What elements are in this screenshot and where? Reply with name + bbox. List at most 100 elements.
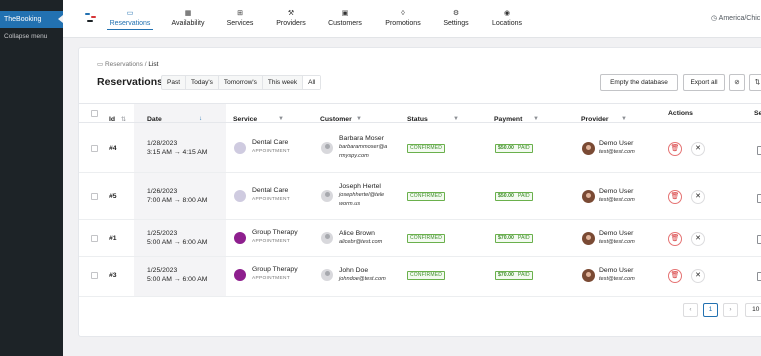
prev-page-button[interactable]: ‹: [683, 303, 698, 317]
filter-tomorrow[interactable]: Tomorrow's: [219, 76, 263, 89]
customer-avatar: [321, 142, 333, 154]
select-all-checkbox[interactable]: [91, 110, 98, 117]
table-header: Id ⇅ Date ↓ Service ▼ Customer ▼ Status ▼ Pay…: [79, 103, 761, 123]
breadcrumb-root[interactable]: Reservations: [105, 61, 143, 68]
filter-past[interactable]: Past: [162, 76, 187, 89]
trash-icon: 🗑: [670, 145, 680, 152]
table-row: #4 1/28/2023 3:15 AM → 4:15 AM Dental Car…: [79, 123, 761, 173]
provider-info: Demo User test@test.com: [599, 267, 635, 282]
service-name: Dental Care APPOINTMENT: [252, 139, 290, 154]
sort-icon: ⇅: [754, 79, 761, 86]
reservation-id: #1: [109, 235, 117, 242]
delete-button[interactable]: 🗑: [668, 269, 682, 283]
header-extra: Se: [754, 110, 761, 117]
status-badge[interactable]: CONFIRMED: [407, 144, 446, 153]
filter-this-week[interactable]: This week: [263, 76, 304, 89]
status-badge[interactable]: CONFIRMED: [407, 192, 446, 201]
view-icon[interactable]: [757, 235, 761, 244]
page-title: Reservations: [97, 76, 163, 88]
timezone-selector[interactable]: ◷ America/Chic: [711, 14, 760, 22]
reservation-date: 1/28/2023 3:15 AM → 4:15 AM: [147, 140, 208, 156]
customer-info: Alice Brown alicebr@test.com: [339, 230, 383, 245]
nav-promotions[interactable]: ◊ Promotions: [382, 0, 424, 38]
customer-avatar: [321, 190, 333, 202]
close-icon: ✕: [695, 235, 701, 242]
row-checkbox[interactable]: [91, 272, 98, 279]
delete-button[interactable]: 🗑: [668, 142, 682, 156]
view-icon[interactable]: [757, 146, 761, 155]
view-icon[interactable]: [757, 272, 761, 281]
page-size-select[interactable]: 10 /: [745, 303, 761, 317]
collapse-menu-button[interactable]: Collapse menu: [4, 33, 47, 40]
provider-avatar: [582, 190, 595, 203]
nav-services[interactable]: ⊞ Services: [223, 0, 257, 38]
reservation-id: #3: [109, 272, 117, 279]
payment-badge: $50.00 PAID: [495, 192, 533, 201]
service-color-dot: [234, 232, 246, 244]
reservation-date: 1/25/2023 5:00 AM → 6:00 AM: [147, 267, 208, 283]
breadcrumb-separator: /: [144, 61, 147, 68]
map-pin-icon: ◉: [503, 10, 511, 17]
next-page-button[interactable]: ›: [723, 303, 738, 317]
provider-avatar: [582, 269, 595, 282]
reservation-date: 1/26/2023 7:00 AM → 8:00 AM: [147, 188, 208, 204]
service-name: Group Therapy APPOINTMENT: [252, 229, 298, 244]
nav-locations[interactable]: ◉ Locations: [490, 0, 524, 38]
status-badge[interactable]: CONFIRMED: [407, 234, 446, 243]
service-name: Dental Care APPOINTMENT: [252, 187, 290, 202]
gear-icon: ⚙: [452, 10, 460, 17]
export-all-button[interactable]: Export all: [683, 74, 725, 91]
hide-columns-button[interactable]: ⊘: [729, 74, 745, 91]
cancel-button[interactable]: ✕: [691, 142, 705, 156]
filter-icon: ▼: [453, 116, 459, 122]
cancel-button[interactable]: ✕: [691, 190, 705, 204]
table-row: #1 1/25/2023 5:00 AM → 6:00 AM Group Ther…: [79, 220, 761, 257]
trash-icon: 🗑: [670, 235, 680, 242]
reservation-id: #4: [109, 145, 117, 152]
close-icon: ✕: [695, 272, 701, 279]
row-checkbox[interactable]: [91, 235, 98, 242]
breadcrumb-current: List: [148, 61, 159, 68]
filter-today[interactable]: Today's: [186, 76, 219, 89]
view-icon[interactable]: [757, 194, 761, 203]
nav-settings[interactable]: ⚙ Settings: [441, 0, 471, 38]
status-badge[interactable]: CONFIRMED: [407, 271, 446, 280]
sort-down-icon: ↓: [199, 116, 202, 122]
nav-customers[interactable]: ▣ Customers: [326, 0, 364, 38]
filter-all[interactable]: All: [303, 76, 321, 89]
filter-icon: ▼: [278, 116, 284, 122]
service-color-dot: [234, 142, 246, 154]
flame-icon: ◊: [401, 10, 405, 17]
customer-info: Joseph Hertel josephhertel@tele worm.us: [339, 183, 385, 207]
provider-avatar: [582, 142, 595, 155]
cancel-button[interactable]: ✕: [691, 269, 705, 283]
delete-button[interactable]: 🗑: [668, 232, 682, 246]
table-row: #3 1/25/2023 5:00 AM → 6:00 AM Group Ther…: [79, 257, 761, 297]
row-checkbox[interactable]: [91, 193, 98, 200]
service-name: Group Therapy APPOINTMENT: [252, 266, 298, 281]
payment-badge: $70.00 PAID: [495, 234, 533, 243]
wp-menu-thebooking[interactable]: TheBooking: [0, 11, 63, 28]
nav-reservations[interactable]: ▭ Reservations: [107, 0, 153, 38]
provider-info: Demo User test@test.com: [599, 140, 635, 155]
page-1-button[interactable]: 1: [703, 303, 718, 317]
customer-info: Barbara Moser barbarammoser@a rmyspy.com: [339, 135, 388, 159]
customer-avatar: [321, 232, 333, 244]
nav-providers[interactable]: ⚒ Providers: [273, 0, 309, 38]
date-filter-group: Past Today's Tomorrow's This week All: [161, 75, 322, 90]
cancel-button[interactable]: ✕: [691, 232, 705, 246]
nav-availability[interactable]: ▦ Availability: [169, 0, 207, 38]
row-checkbox[interactable]: [91, 145, 98, 152]
providers-icon: ⚒: [287, 10, 295, 17]
calendar-icon: ▦: [184, 10, 192, 17]
sort-button[interactable]: ⇅: [749, 74, 761, 91]
provider-info: Demo User test@test.com: [599, 188, 635, 203]
header-actions: Actions: [668, 110, 693, 117]
delete-button[interactable]: 🗑: [668, 190, 682, 204]
reservation-date: 1/25/2023 5:00 AM → 6:00 AM: [147, 230, 208, 246]
provider-info: Demo User test@test.com: [599, 230, 635, 245]
close-icon: ✕: [695, 145, 701, 152]
empty-database-button[interactable]: Empty the database: [600, 74, 678, 91]
customer-avatar: [321, 269, 333, 281]
clock-icon: ◷: [711, 15, 718, 22]
